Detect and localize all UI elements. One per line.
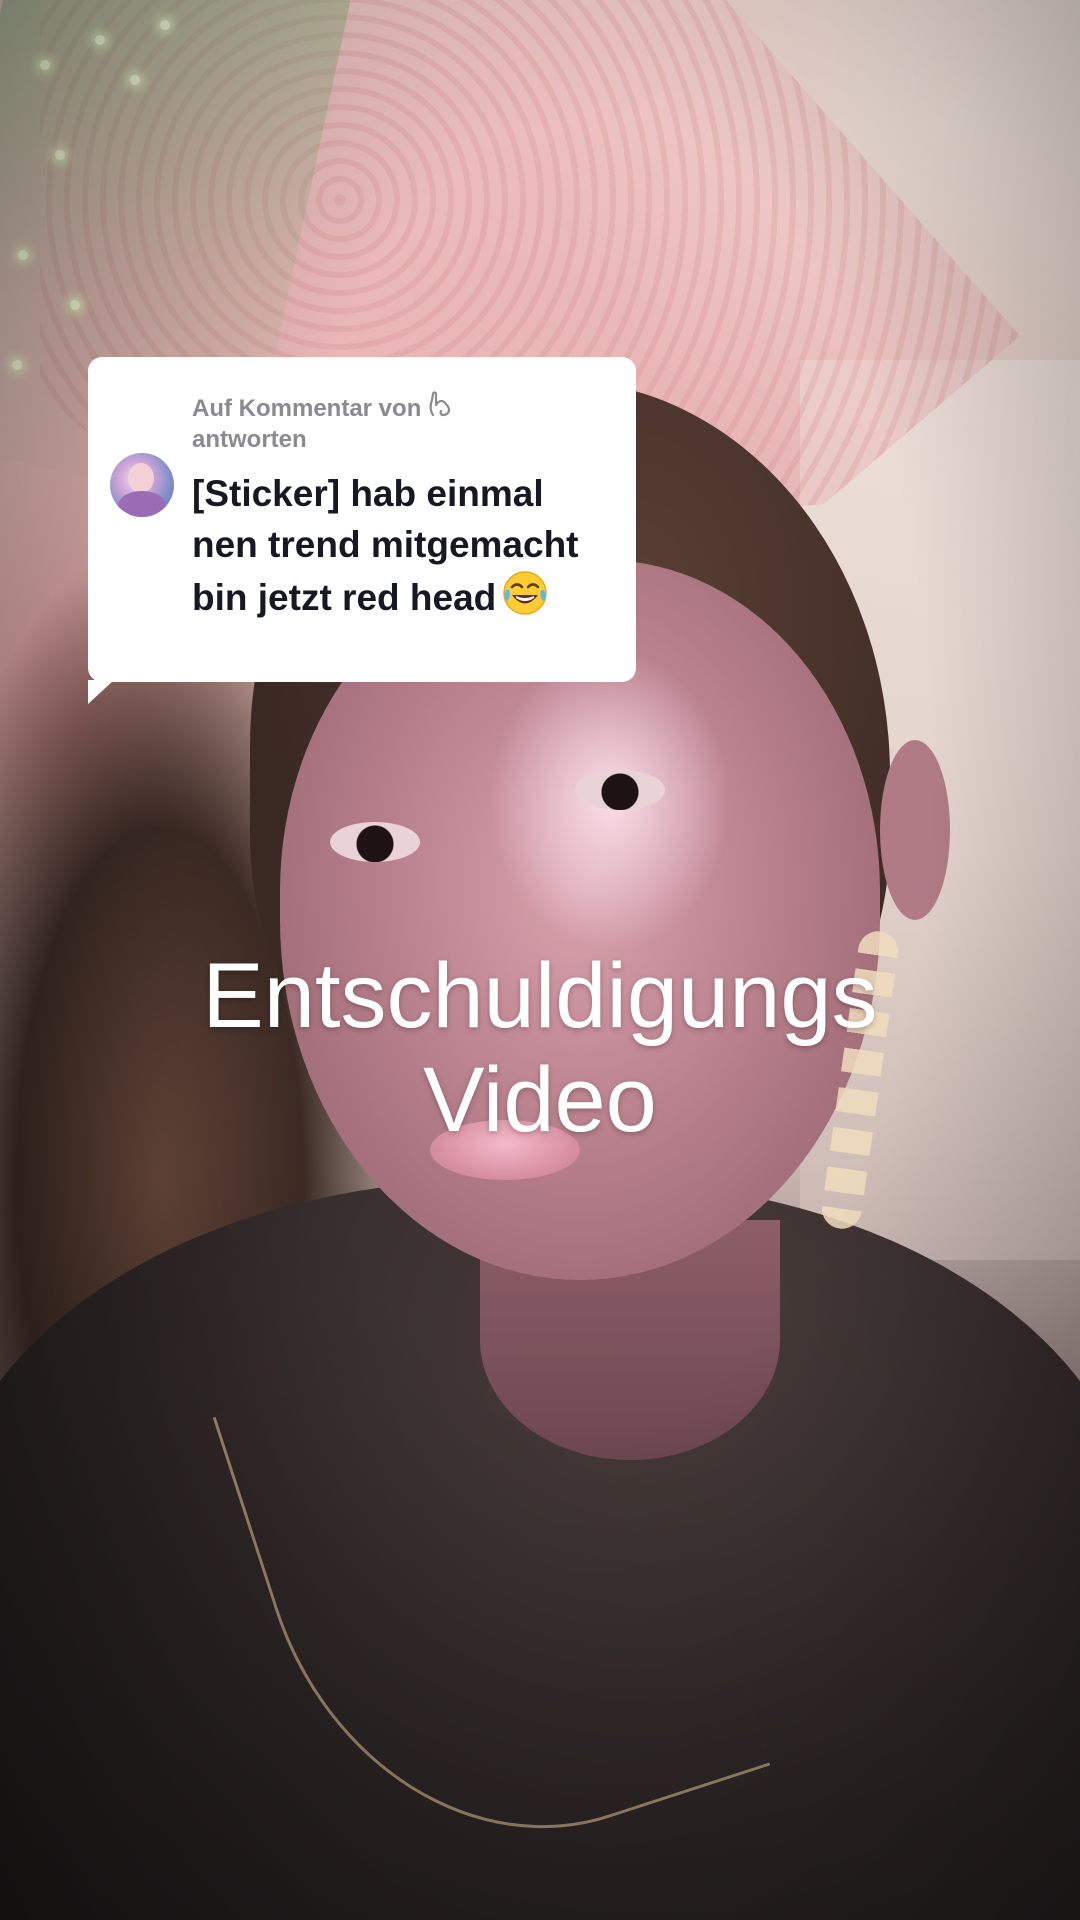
overlay-caption: Entschuldigungs Video	[0, 944, 1080, 1152]
caption-line-2: Video	[423, 1049, 657, 1151]
face-with-tears-of-joy-icon	[502, 570, 548, 629]
reply-header-label-2: antworten	[192, 426, 307, 453]
video-screen[interactable]: Auf Kommentar von antworten [Sticker] ha…	[0, 0, 1080, 1920]
reply-header: Auf Kommentar von antworten	[192, 391, 606, 454]
caption-line-1: Entschuldigungs	[202, 945, 878, 1047]
hand-gesture-icon	[427, 391, 453, 426]
reply-header-label: Auf Kommentar von	[192, 395, 422, 422]
commenter-avatar[interactable]	[110, 453, 174, 517]
comment-text: [Sticker] hab einmal nen trend mitgemach…	[192, 468, 606, 629]
reply-comment-sticker[interactable]: Auf Kommentar von antworten [Sticker] ha…	[88, 357, 636, 704]
